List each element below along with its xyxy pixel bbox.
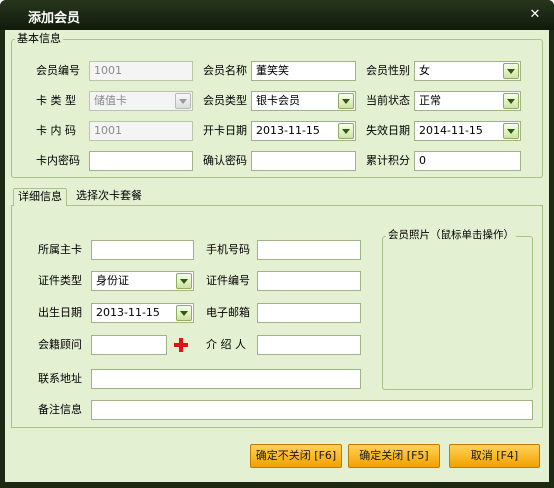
member-type-select[interactable]: 银卡会员 (251, 91, 356, 111)
card-password-label: 卡内密码 (36, 154, 80, 167)
email-label: 电子邮箱 (206, 306, 250, 319)
member-name-field[interactable]: 董笑笑 (251, 61, 356, 81)
member-no-field[interactable]: 1001 (89, 61, 193, 81)
status-value: 正常 (419, 94, 441, 107)
card-type-label: 卡 类 型 (36, 94, 76, 107)
chevron-down-icon[interactable] (503, 123, 519, 139)
chevron-down-icon[interactable] (176, 273, 192, 289)
referrer-field[interactable] (257, 335, 361, 355)
dialog-body: 基本信息 会员编号 1001 会员名称 董笑笑 会员性别 女 卡 类 型 储值卡… (5, 30, 549, 482)
tab-details[interactable]: 详细信息 (13, 188, 67, 206)
close-icon[interactable]: ✕ (525, 6, 545, 24)
tab-package-select[interactable]: 选择次卡套餐 (72, 188, 146, 206)
gender-select[interactable]: 女 (414, 61, 521, 81)
gender-label: 会员性别 (366, 64, 410, 77)
card-password-field[interactable] (89, 151, 193, 171)
status-select[interactable]: 正常 (414, 91, 521, 111)
plus-icon[interactable] (174, 338, 188, 352)
member-type-value: 银卡会员 (256, 94, 300, 107)
email-field[interactable] (257, 303, 361, 323)
add-member-dialog: 添加会员 ✕ 基本信息 会员编号 1001 会员名称 董笑笑 会员性别 女 卡 … (0, 0, 554, 488)
referrer-label: 介 绍 人 (206, 338, 246, 351)
open-date-picker[interactable]: 2013-11-15 (251, 121, 356, 141)
gender-value: 女 (419, 64, 430, 77)
card-type-select[interactable]: 储值卡 (89, 91, 193, 111)
chevron-down-icon[interactable] (175, 93, 191, 109)
birthday-picker[interactable]: 2013-11-15 (91, 303, 194, 323)
title-bar[interactable]: 添加会员 ✕ (0, 0, 554, 30)
open-date-label: 开卡日期 (203, 124, 247, 137)
card-type-value: 储值卡 (94, 94, 127, 107)
card-code-label: 卡 内 码 (36, 124, 76, 137)
expire-date-value: 2014-11-15 (419, 124, 483, 137)
address-label: 联系地址 (38, 372, 82, 385)
detail-tabs: 详细信息 选择次卡套餐 所属主卡 手机号码 证件类型 身份证 证件编号 出生日期… (11, 188, 543, 428)
confirm-password-field[interactable] (251, 151, 356, 171)
details-panel: 所属主卡 手机号码 证件类型 身份证 证件编号 出生日期 2013-11-15 … (11, 205, 543, 428)
id-type-select[interactable]: 身份证 (91, 271, 194, 291)
chevron-down-icon[interactable] (338, 93, 354, 109)
phone-field[interactable] (257, 240, 361, 260)
member-no-label: 会员编号 (36, 64, 80, 77)
main-card-field[interactable] (91, 240, 194, 260)
chevron-down-icon[interactable] (503, 63, 519, 79)
consultant-label: 会籍顾问 (38, 338, 82, 351)
remark-field[interactable] (91, 400, 533, 420)
save-keep-open-button[interactable]: 确定不关闭 [F6] (250, 444, 342, 468)
member-photo-box[interactable] (382, 236, 533, 390)
consultant-field[interactable] (91, 335, 167, 355)
id-type-value: 身份证 (96, 274, 129, 287)
id-no-label: 证件编号 (206, 274, 250, 287)
save-close-button[interactable]: 确定关闭 [F5] (348, 444, 440, 468)
confirm-password-label: 确认密码 (203, 154, 247, 167)
address-field[interactable] (91, 369, 361, 389)
id-type-label: 证件类型 (38, 274, 82, 287)
birthday-label: 出生日期 (38, 306, 82, 319)
dialog-title: 添加会员 (28, 11, 81, 26)
member-name-label: 会员名称 (203, 64, 247, 77)
cancel-button[interactable]: 取消 [F4] (449, 444, 540, 468)
chevron-down-icon[interactable] (176, 305, 192, 321)
member-photo-title: 会员照片（鼠标单击操作） (386, 229, 516, 242)
points-label: 累计积分 (366, 154, 410, 167)
id-no-field[interactable] (257, 271, 361, 291)
remark-label: 备注信息 (38, 403, 82, 416)
chevron-down-icon[interactable] (503, 93, 519, 109)
open-date-value: 2013-11-15 (256, 124, 320, 137)
expire-date-picker[interactable]: 2014-11-15 (414, 121, 521, 141)
points-field[interactable]: 0 (414, 151, 521, 171)
chevron-down-icon[interactable] (338, 123, 354, 139)
phone-label: 手机号码 (206, 243, 250, 256)
card-code-field[interactable]: 1001 (89, 121, 193, 141)
birthday-value: 2013-11-15 (96, 306, 160, 319)
member-type-label: 会员类型 (203, 94, 247, 107)
basic-info-title: 基本信息 (15, 32, 63, 45)
expire-date-label: 失效日期 (366, 124, 410, 137)
main-card-label: 所属主卡 (38, 243, 82, 256)
status-label: 当前状态 (366, 94, 410, 107)
